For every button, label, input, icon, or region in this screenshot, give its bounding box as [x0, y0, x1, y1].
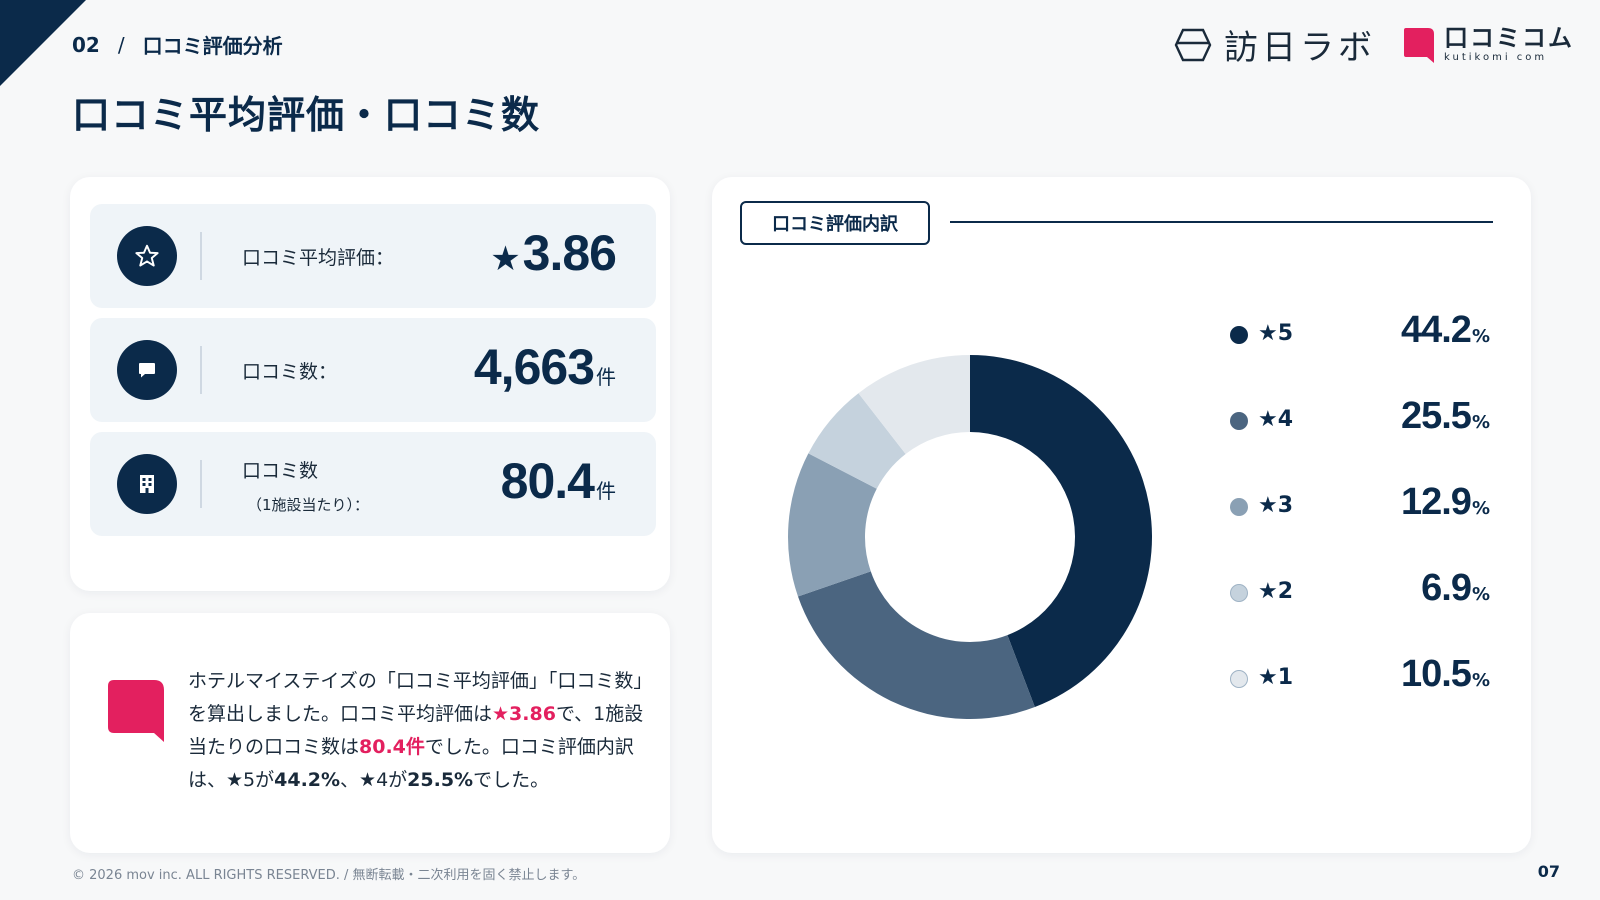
- legend-unit: %: [1471, 584, 1490, 605]
- legend-unit: %: [1471, 498, 1490, 519]
- kutikomi-logo: 口コミコム kutikomi com: [1402, 26, 1574, 64]
- donut-chart: [788, 355, 1153, 719]
- divider: [200, 232, 202, 280]
- speech-bubble-icon: [1404, 27, 1434, 63]
- donut-slice-star4: [797, 571, 1035, 719]
- highlight-review-per-facility: 80.4件: [359, 736, 425, 758]
- legend-item: ★5 44.2%: [1230, 309, 1490, 355]
- chat-bubble-icon: [117, 340, 177, 400]
- chart-title: 口コミ評価内訳: [740, 201, 930, 245]
- legend-dot: [1230, 670, 1248, 688]
- highlight-average-rating: ★3.86: [492, 703, 556, 725]
- legend-percent: 10.5: [1400, 653, 1472, 695]
- metric-label: 口コミ数: [242, 460, 319, 482]
- legend-percent: 44.2: [1400, 309, 1472, 351]
- legend-label: ★2: [1258, 579, 1294, 604]
- kutikomi-text: 口コミコム: [1444, 24, 1574, 52]
- metric-number: 80.4: [500, 453, 595, 509]
- metric-label: 口コミ数：: [242, 360, 338, 383]
- breadcrumb-separator: /: [117, 32, 125, 57]
- legend-dot: [1230, 498, 1248, 516]
- legend-dot: [1230, 584, 1248, 602]
- legend-percent: 6.9: [1421, 567, 1472, 609]
- legend-value: 6.9%: [1421, 567, 1490, 610]
- hexagon-icon: [1174, 28, 1212, 61]
- section-number: 02: [72, 32, 100, 57]
- speech-bubble-icon: [108, 680, 164, 742]
- metric-number: 4,663: [473, 339, 595, 395]
- metric-value: 4,663 件: [474, 318, 616, 422]
- kutikomi-subtext: kutikomi com: [1444, 52, 1548, 63]
- legend-unit: %: [1471, 326, 1490, 347]
- metric-label: 口コミ平均評価：: [242, 246, 395, 269]
- page-number: 07: [1537, 862, 1560, 881]
- breadcrumb: 02 / 口コミ評価分析: [72, 30, 283, 59]
- legend-label: ★5: [1258, 321, 1294, 346]
- legend-percent: 25.5: [1400, 395, 1472, 437]
- legend-label: ★1: [1258, 665, 1294, 690]
- legend-unit: %: [1471, 412, 1490, 433]
- houjin-lab-logo: 訪日ラボ: [1174, 20, 1376, 69]
- metric-value: ★ 3.86: [490, 204, 617, 308]
- star-outline-icon: [117, 226, 177, 286]
- metric-review-count: 口コミ数： 4,663 件: [90, 318, 656, 422]
- page-title: 口コミ平均評価・口コミ数: [72, 93, 541, 137]
- summary-text-part: でした。: [473, 769, 550, 791]
- legend-label: ★4: [1258, 407, 1294, 432]
- legend-value: 44.2%: [1401, 309, 1490, 352]
- divider: [200, 346, 202, 394]
- section-name: 口コミ評価分析: [142, 34, 283, 58]
- legend-unit: %: [1471, 670, 1490, 691]
- metric-average-rating: 口コミ平均評価： ★ 3.86: [90, 204, 656, 308]
- legend-value: 25.5%: [1401, 395, 1490, 438]
- metric-value: 80.4 件: [501, 432, 616, 536]
- legend-value: 12.9%: [1401, 481, 1490, 524]
- summary-text: ホテルマイステイズの「口コミ平均評価」「口コミ数」を算出しました。口コミ平均評価…: [188, 665, 658, 797]
- divider: [200, 460, 202, 508]
- legend-item: ★3 12.9%: [1230, 481, 1490, 527]
- legend-item: ★4 25.5%: [1230, 395, 1490, 441]
- metrics-card: 口コミ平均評価： ★ 3.86 口コミ数： 4,663 件 口コミ数 （1施設当…: [70, 177, 670, 591]
- building-icon: [117, 454, 177, 514]
- houjin-lab-text: 訪日ラボ: [1224, 28, 1376, 68]
- metric-prefix: ★: [490, 239, 521, 279]
- metric-unit: 件: [596, 479, 616, 503]
- legend-label: ★3: [1258, 493, 1294, 518]
- summary-card: ホテルマイステイズの「口コミ平均評価」「口コミ数」を算出しました。口コミ平均評価…: [70, 613, 670, 853]
- legend-item: ★1 10.5%: [1230, 653, 1490, 699]
- logos: 訪日ラボ 口コミコム kutikomi com: [1174, 20, 1574, 69]
- legend-dot: [1230, 326, 1248, 344]
- legend-percent: 12.9: [1400, 481, 1472, 523]
- title-rule: [950, 221, 1493, 223]
- summary-text-part: 、★4が: [340, 769, 408, 791]
- legend-dot: [1230, 412, 1248, 430]
- highlight-star4-share: 25.5%: [407, 769, 474, 791]
- chart-card: 口コミ評価内訳 ★5 44.2% ★4 25.5% ★3 12.9% ★2 6.…: [712, 177, 1531, 853]
- metric-sublabel: （1施設当たり）：: [247, 496, 370, 514]
- legend-value: 10.5%: [1401, 653, 1490, 696]
- highlight-star5-share: 44.2%: [274, 769, 341, 791]
- legend-item: ★2 6.9%: [1230, 567, 1490, 613]
- copyright: © 2026 mov inc. ALL RIGHTS RESERVED. / 無…: [72, 868, 586, 883]
- metric-review-per-facility: 口コミ数 （1施設当たり）： 80.4 件: [90, 432, 656, 536]
- metric-unit: 件: [596, 365, 616, 389]
- metric-number: 3.86: [522, 225, 617, 281]
